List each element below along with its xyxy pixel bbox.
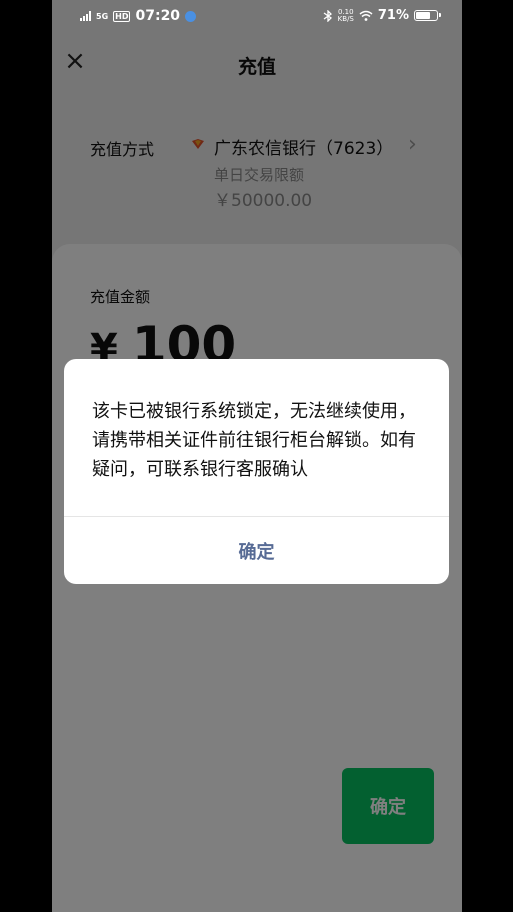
net-speed: 0.10 KB/S [337, 7, 354, 23]
wifi-icon [359, 10, 373, 21]
dialog-confirm-button[interactable]: 确定 [64, 517, 449, 584]
app-notification-icon [185, 10, 197, 22]
status-bar: 5G HD 07:20 0.10 KB/S 71% [52, 0, 462, 32]
network-type: 5G [96, 11, 109, 21]
dialog-message: 该卡已被银行系统锁定，无法继续使用，请携带相关证件前往银行柜台解锁。如有疑问，可… [92, 401, 416, 480]
status-time: 07:20 [135, 8, 181, 24]
bluetooth-icon [323, 9, 332, 22]
hd-icon: HD [113, 10, 131, 22]
battery-icon [414, 10, 441, 21]
cellular-signal-icon [80, 11, 91, 21]
alert-dialog: 该卡已被银行系统锁定，无法继续使用，请携带相关证件前往银行柜台解锁。如有疑问，可… [64, 359, 449, 584]
battery-percent: 71% [377, 8, 409, 23]
